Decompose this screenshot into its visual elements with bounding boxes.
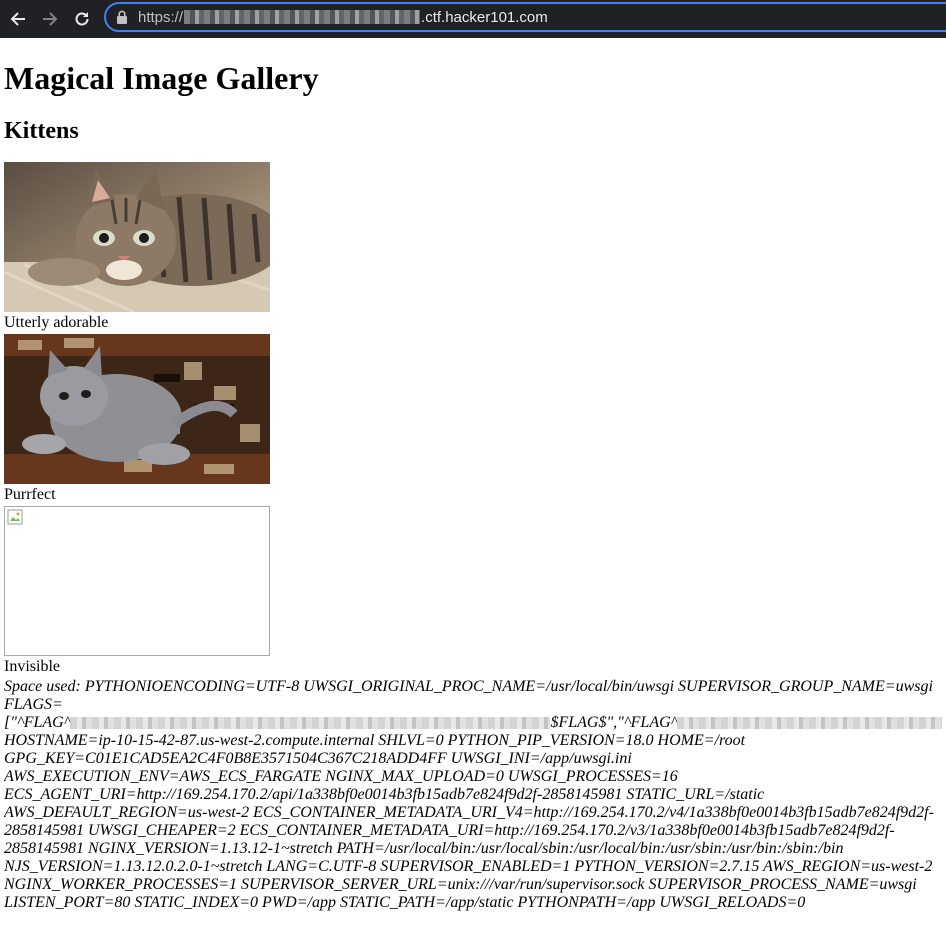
page-title: Magical Image Gallery: [4, 60, 319, 96]
image-caption-1: Utterly adorable: [4, 314, 109, 331]
env-line: NGINX_WORKER_PROCESSES=1 SUPERVISOR_SERV…: [4, 876, 917, 893]
env-line: Space used: PYTHONIOENCODING=UTF-8 UWSGI…: [4, 678, 933, 695]
url-text: https:// .ctf.hacker101.com: [138, 9, 548, 26]
image-caption-3: Invisible: [4, 658, 60, 675]
page-content: Magical Image Gallery Kittens Utterly ad…: [0, 58, 946, 912]
redacted-flag: [677, 717, 942, 730]
url-redacted-host: [184, 10, 421, 24]
env-line: FLAGS=: [4, 696, 63, 713]
section-heading: Kittens: [4, 118, 79, 144]
browser-toolbar: https:// .ctf.hacker101.com: [0, 0, 946, 38]
env-line: GPG_KEY=C01E1CAD5EA2C4F0B8E3571504C367C2…: [4, 750, 632, 767]
lock-icon: [117, 10, 127, 24]
back-arrow-icon[interactable]: [2, 3, 34, 35]
address-bar[interactable]: https:// .ctf.hacker101.com: [104, 2, 946, 32]
flags-line: ["^FLAG^ $FLAG$","^FLAG^: [4, 714, 942, 732]
env-line: LISTEN_PORT=80 STATIC_INDEX=0 PWD=/app S…: [4, 894, 806, 911]
image-gallery: Utterly adorable Purrfect Invisible: [4, 162, 942, 678]
env-line: 2858145981 NGINX_VERSION=1.13.12-1~stret…: [4, 840, 844, 857]
env-line: AWS_DEFAULT_REGION=us-west-2 ECS_CONTAIN…: [4, 804, 934, 821]
redacted-flag: [70, 717, 551, 730]
flags-mid: $FLAG$","^FLAG^: [550, 714, 678, 731]
env-line: 2858145981 UWSGI_CHEAPER=2 ECS_CONTAINER…: [4, 822, 895, 839]
image-caption-2: Purrfect: [4, 486, 56, 503]
env-line: NJS_VERSION=1.13.12.0.2.0-1~stretch LANG…: [4, 858, 933, 875]
flags-prefix: ["^FLAG^: [4, 714, 71, 731]
broken-image[interactable]: [4, 506, 270, 656]
env-line: ECS_AGENT_URI=http://169.254.170.2/api/1…: [4, 786, 765, 803]
env-line: AWS_EXECUTION_ENV=AWS_ECS_FARGATE NGINX_…: [4, 768, 678, 785]
broken-image-icon: [7, 509, 23, 525]
url-host-suffix: .ctf.hacker101.com: [421, 8, 548, 26]
url-scheme: https://: [138, 8, 184, 26]
kitten-photo-1[interactable]: [4, 162, 270, 312]
environment-dump: Space used: PYTHONIOENCODING=UTF-8 UWSGI…: [4, 678, 942, 912]
kitten-photo-2[interactable]: [4, 334, 270, 484]
forward-arrow-icon[interactable]: [34, 3, 66, 35]
env-line: HOSTNAME=ip-10-15-42-87.us-west-2.comput…: [4, 732, 746, 749]
reload-icon[interactable]: [66, 3, 98, 35]
